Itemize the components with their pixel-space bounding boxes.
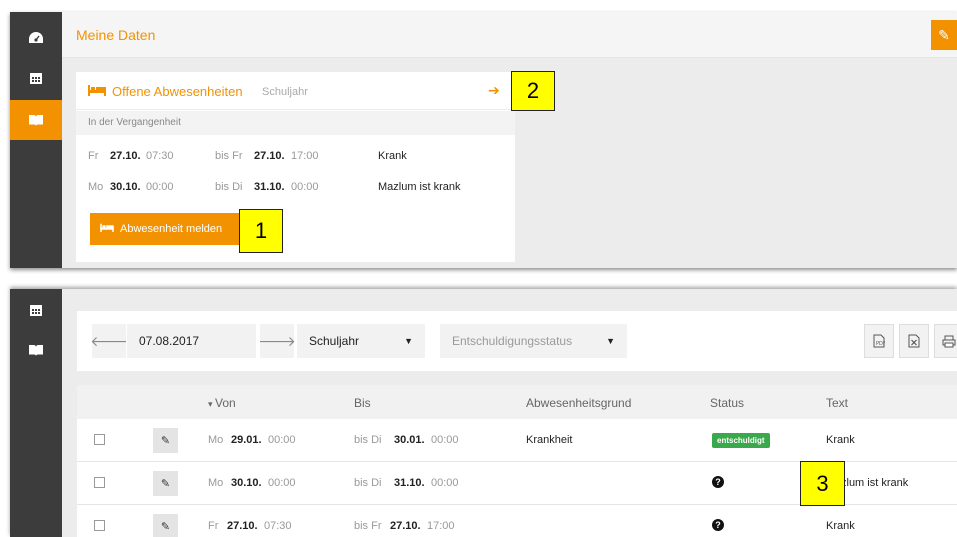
filter-toolbar: 🡐 07.08.2017 🡒 Schuljahr ▼ Entschuldigun… [77,311,957,371]
past-label: In der Vergangenheit [88,117,181,128]
column-header-status[interactable]: Status [710,396,744,410]
page-header: Meine Daten ✎ [62,12,957,58]
callout-1: 1 [239,209,283,253]
caret-down-icon: ▼ [404,336,413,346]
arrow-left-icon[interactable]: 🡐 [90,324,128,358]
to-date: 31.10. [254,181,285,193]
open-absences-card: Offene Abwesenheiten Schuljahr ➔ In der … [76,72,515,262]
book-icon[interactable] [10,100,62,140]
pencil-icon[interactable]: ✎ [153,471,178,496]
callout-3: 3 [800,461,845,506]
from-time: 07:30 [264,520,292,532]
list-item: Fr 27.10. 07:30 bis Fr 27.10. 17:00 Kran… [76,142,515,172]
column-header-bis[interactable]: Bis [354,396,371,410]
from-date: 30.10. [110,181,141,193]
table-row[interactable]: ✎ Fr 27.10. 07:30 bis Fr 27.10. 17:00 ? … [77,505,957,537]
svg-text:PDF: PDF [876,341,885,347]
from-day: Mo [208,477,224,489]
sidebar [10,289,62,537]
pencil-icon: ✎ [938,26,950,43]
from-time: 00:00 [268,434,296,446]
question-icon: ? [712,476,724,488]
from-date: 30.10. [231,477,262,489]
to-day: bis Di [354,477,382,489]
column-header-grund[interactable]: Abwesenheitsgrund [526,396,631,410]
row-checkbox[interactable] [94,434,105,445]
status-badge: entschuldigt [712,433,770,448]
arrow-right-icon[interactable]: ➔ [488,82,500,99]
bed-icon [100,223,114,235]
absence-text: Krank [826,434,855,446]
arrow-right-icon[interactable]: 🡒 [258,324,296,358]
to-day: bis Fr [354,520,382,532]
to-date: 27.10. [390,520,421,532]
sort-desc-icon: ▾ [208,399,216,409]
from-time: 00:00 [268,477,296,489]
top-screenshot: Meine Daten ✎ Offene Abwesenheiten Schul… [10,12,957,268]
period-select[interactable]: Schuljahr ▼ [297,324,425,358]
to-date: 30.01. [394,434,425,446]
from-date: 27.10. [110,150,141,162]
table-row[interactable]: ✎ Mo 29.01. 00:00 bis Di 30.01. 00:00 Kr… [77,419,957,462]
to-date: 27.10. [254,150,285,162]
from-date: 27.10. [227,520,258,532]
sidebar [10,12,62,268]
date-field[interactable]: 07.08.2017 [127,324,257,358]
calendar-icon[interactable] [10,295,62,325]
row-checkbox[interactable] [94,477,105,488]
column-header-text[interactable]: Text [826,396,848,410]
edit-button[interactable]: ✎ [931,20,957,50]
callout-2: 2 [511,71,555,111]
from-time: 00:00 [146,181,174,193]
column-header-von[interactable]: ▾ Von [208,396,236,410]
to-day: bis Fr [215,150,243,162]
card-title: Offene Abwesenheiten [112,84,243,99]
absence-text: Mazlum ist krank [378,181,461,193]
from-date: 29.01. [231,434,262,446]
pencil-icon[interactable]: ✎ [153,514,178,537]
book-icon[interactable] [10,335,62,365]
calendar-icon[interactable] [10,58,62,98]
from-day: Fr [88,150,99,162]
pencil-icon[interactable]: ✎ [153,428,178,453]
absence-text: Krank [826,520,855,532]
period-select-value: Schuljahr [309,334,360,348]
caret-down-icon: ▼ [606,336,615,346]
pdf-icon[interactable]: PDF [864,324,894,358]
page-title: Meine Daten [76,27,156,43]
absence-text: Krank [378,150,407,162]
from-day: Mo [88,181,104,193]
report-absence-button[interactable]: Abwesenheit melden [90,213,240,245]
status-select-placeholder: Entschuldigungsstatus [452,334,573,348]
card-subtitle: Schuljahr [262,86,308,98]
absence-reason: Krankheit [526,434,573,446]
to-time: 17:00 [291,150,319,162]
to-date: 31.10. [394,477,425,489]
to-time: 00:00 [431,434,459,446]
past-section-header: In der Vergangenheit [76,111,515,135]
print-icon[interactable] [934,324,957,358]
to-time: 00:00 [431,477,459,489]
to-day: bis Di [215,181,243,193]
from-day: Mo [208,434,224,446]
column-label: Von [215,396,236,410]
bed-icon [88,83,106,101]
from-day: Fr [208,520,219,532]
status-select[interactable]: Entschuldigungsstatus ▼ [440,324,627,358]
excel-icon[interactable] [899,324,929,358]
to-time: 00:00 [291,181,319,193]
card-header[interactable]: Offene Abwesenheiten Schuljahr ➔ [76,72,515,110]
row-checkbox[interactable] [94,520,105,531]
table-header: ▾ Von Bis Abwesenheitsgrund Status Text [77,385,957,419]
to-day: bis Di [354,434,382,446]
list-item: Mo 30.10. 00:00 bis Di 31.10. 00:00 Mazl… [76,173,515,203]
absence-text: zlum ist krank [841,477,909,489]
question-icon: ? [712,519,724,531]
from-time: 07:30 [146,150,174,162]
to-time: 17:00 [427,520,455,532]
report-absence-label: Abwesenheit melden [120,223,223,235]
dashboard-icon[interactable] [10,18,62,58]
